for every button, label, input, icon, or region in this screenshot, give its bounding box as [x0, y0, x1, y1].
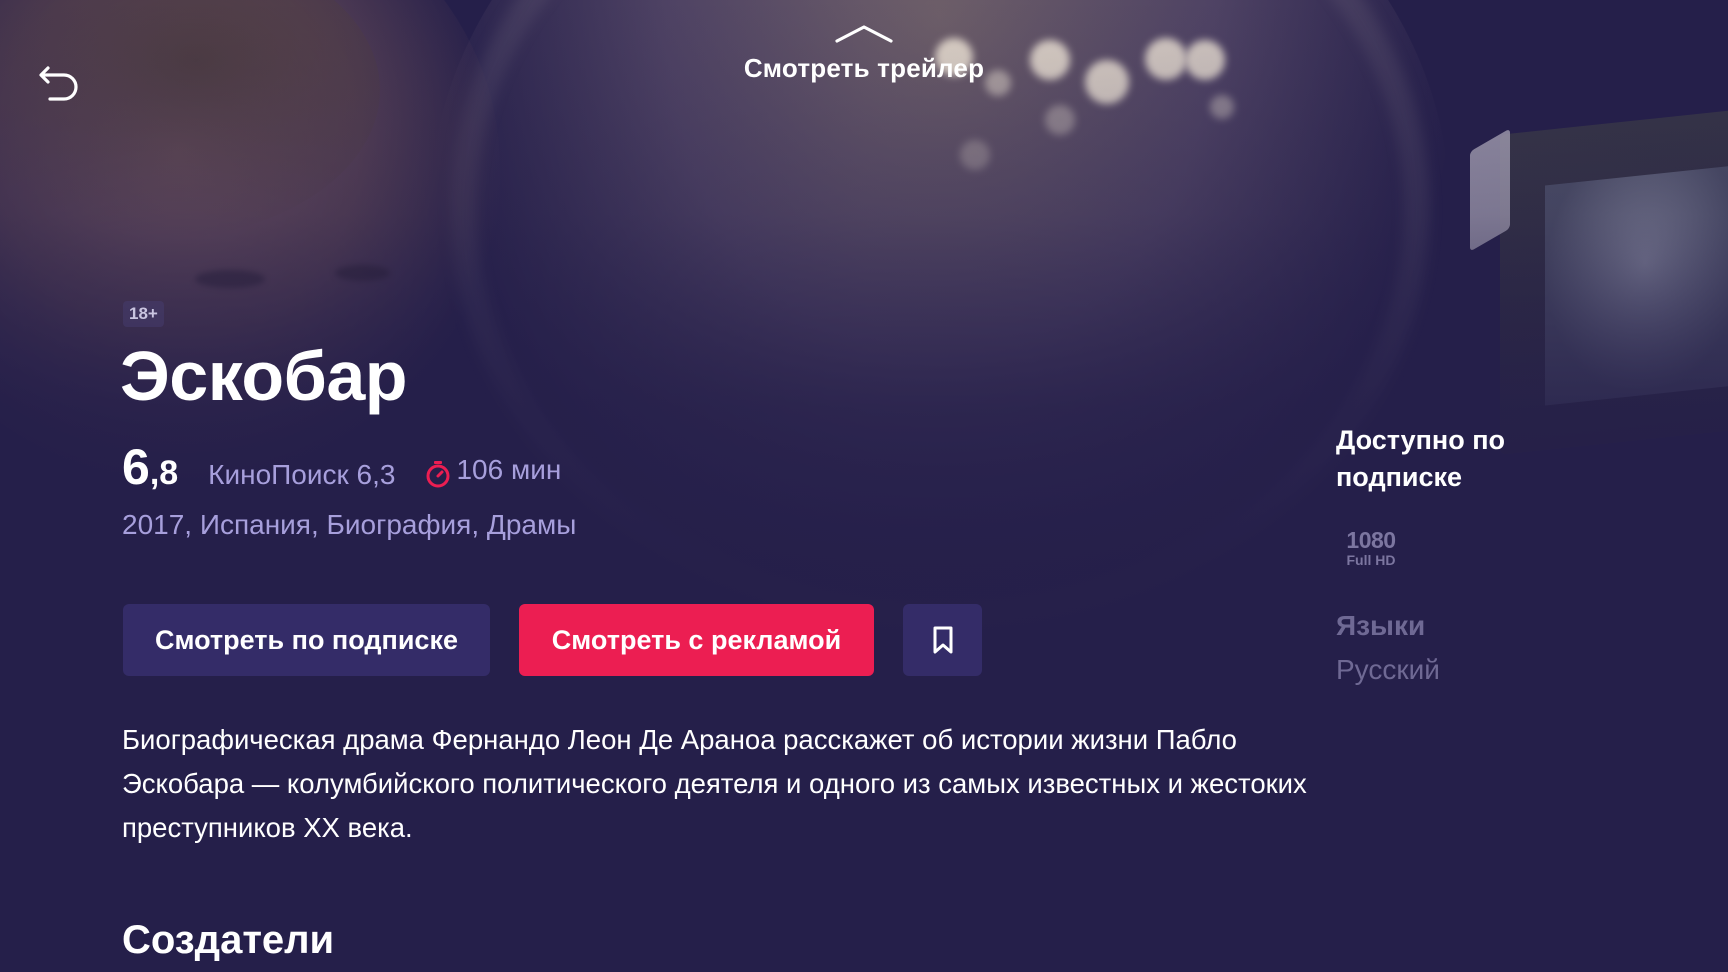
chevron-up-icon: [835, 25, 893, 43]
bookmark-icon: [933, 626, 952, 654]
movie-details-screen: Смотреть трейлер 18+ Эскобар 6,8 КиноПои…: [0, 0, 1728, 972]
trailer-label: Смотреть трейлер: [743, 53, 985, 83]
creators-section-title: Создатели: [122, 918, 335, 962]
availability-label: Доступно по подписке: [1336, 425, 1506, 492]
bookmark-button[interactable]: [903, 604, 982, 676]
watch-subscription-button[interactable]: Смотреть по подписке: [123, 604, 490, 676]
movie-details-line: 2017, Испания, Биография, Драмы: [122, 509, 577, 540]
watch-trailer-button[interactable]: Смотреть трейлер: [714, 22, 1014, 84]
rating-integer: 6: [122, 439, 150, 495]
quality-label: Full HD: [1346, 552, 1396, 568]
duration-label: 106 мин: [456, 454, 562, 485]
quality-resolution: 1080: [1346, 527, 1396, 553]
kinopoisk-rating: КиноПоиск 6,3: [208, 459, 396, 490]
watch-with-ads-label: Смотреть с рекламой: [551, 624, 842, 655]
languages-title: Языки: [1336, 610, 1426, 641]
back-arrow-icon: [39, 66, 78, 101]
movie-description: Биографическая драма Фернандо Леон Де Ар…: [122, 724, 1307, 843]
rating-decimal: ,8: [149, 454, 179, 492]
movie-title: Эскобар: [120, 337, 408, 415]
age-rating-badge: 18+: [123, 301, 164, 327]
quality-badge: 1080 Full HD: [1336, 528, 1406, 568]
duration: 106 мин: [425, 454, 562, 488]
timer-icon: [426, 461, 450, 488]
back-button[interactable]: [36, 62, 86, 102]
ratings-row: 6,8 КиноПоиск 6,3 106 мин: [122, 438, 561, 498]
watch-subscription-label: Смотреть по подписке: [155, 624, 458, 655]
languages-value: Русский: [1336, 654, 1440, 685]
watch-with-ads-button[interactable]: Смотреть с рекламой: [519, 604, 874, 676]
